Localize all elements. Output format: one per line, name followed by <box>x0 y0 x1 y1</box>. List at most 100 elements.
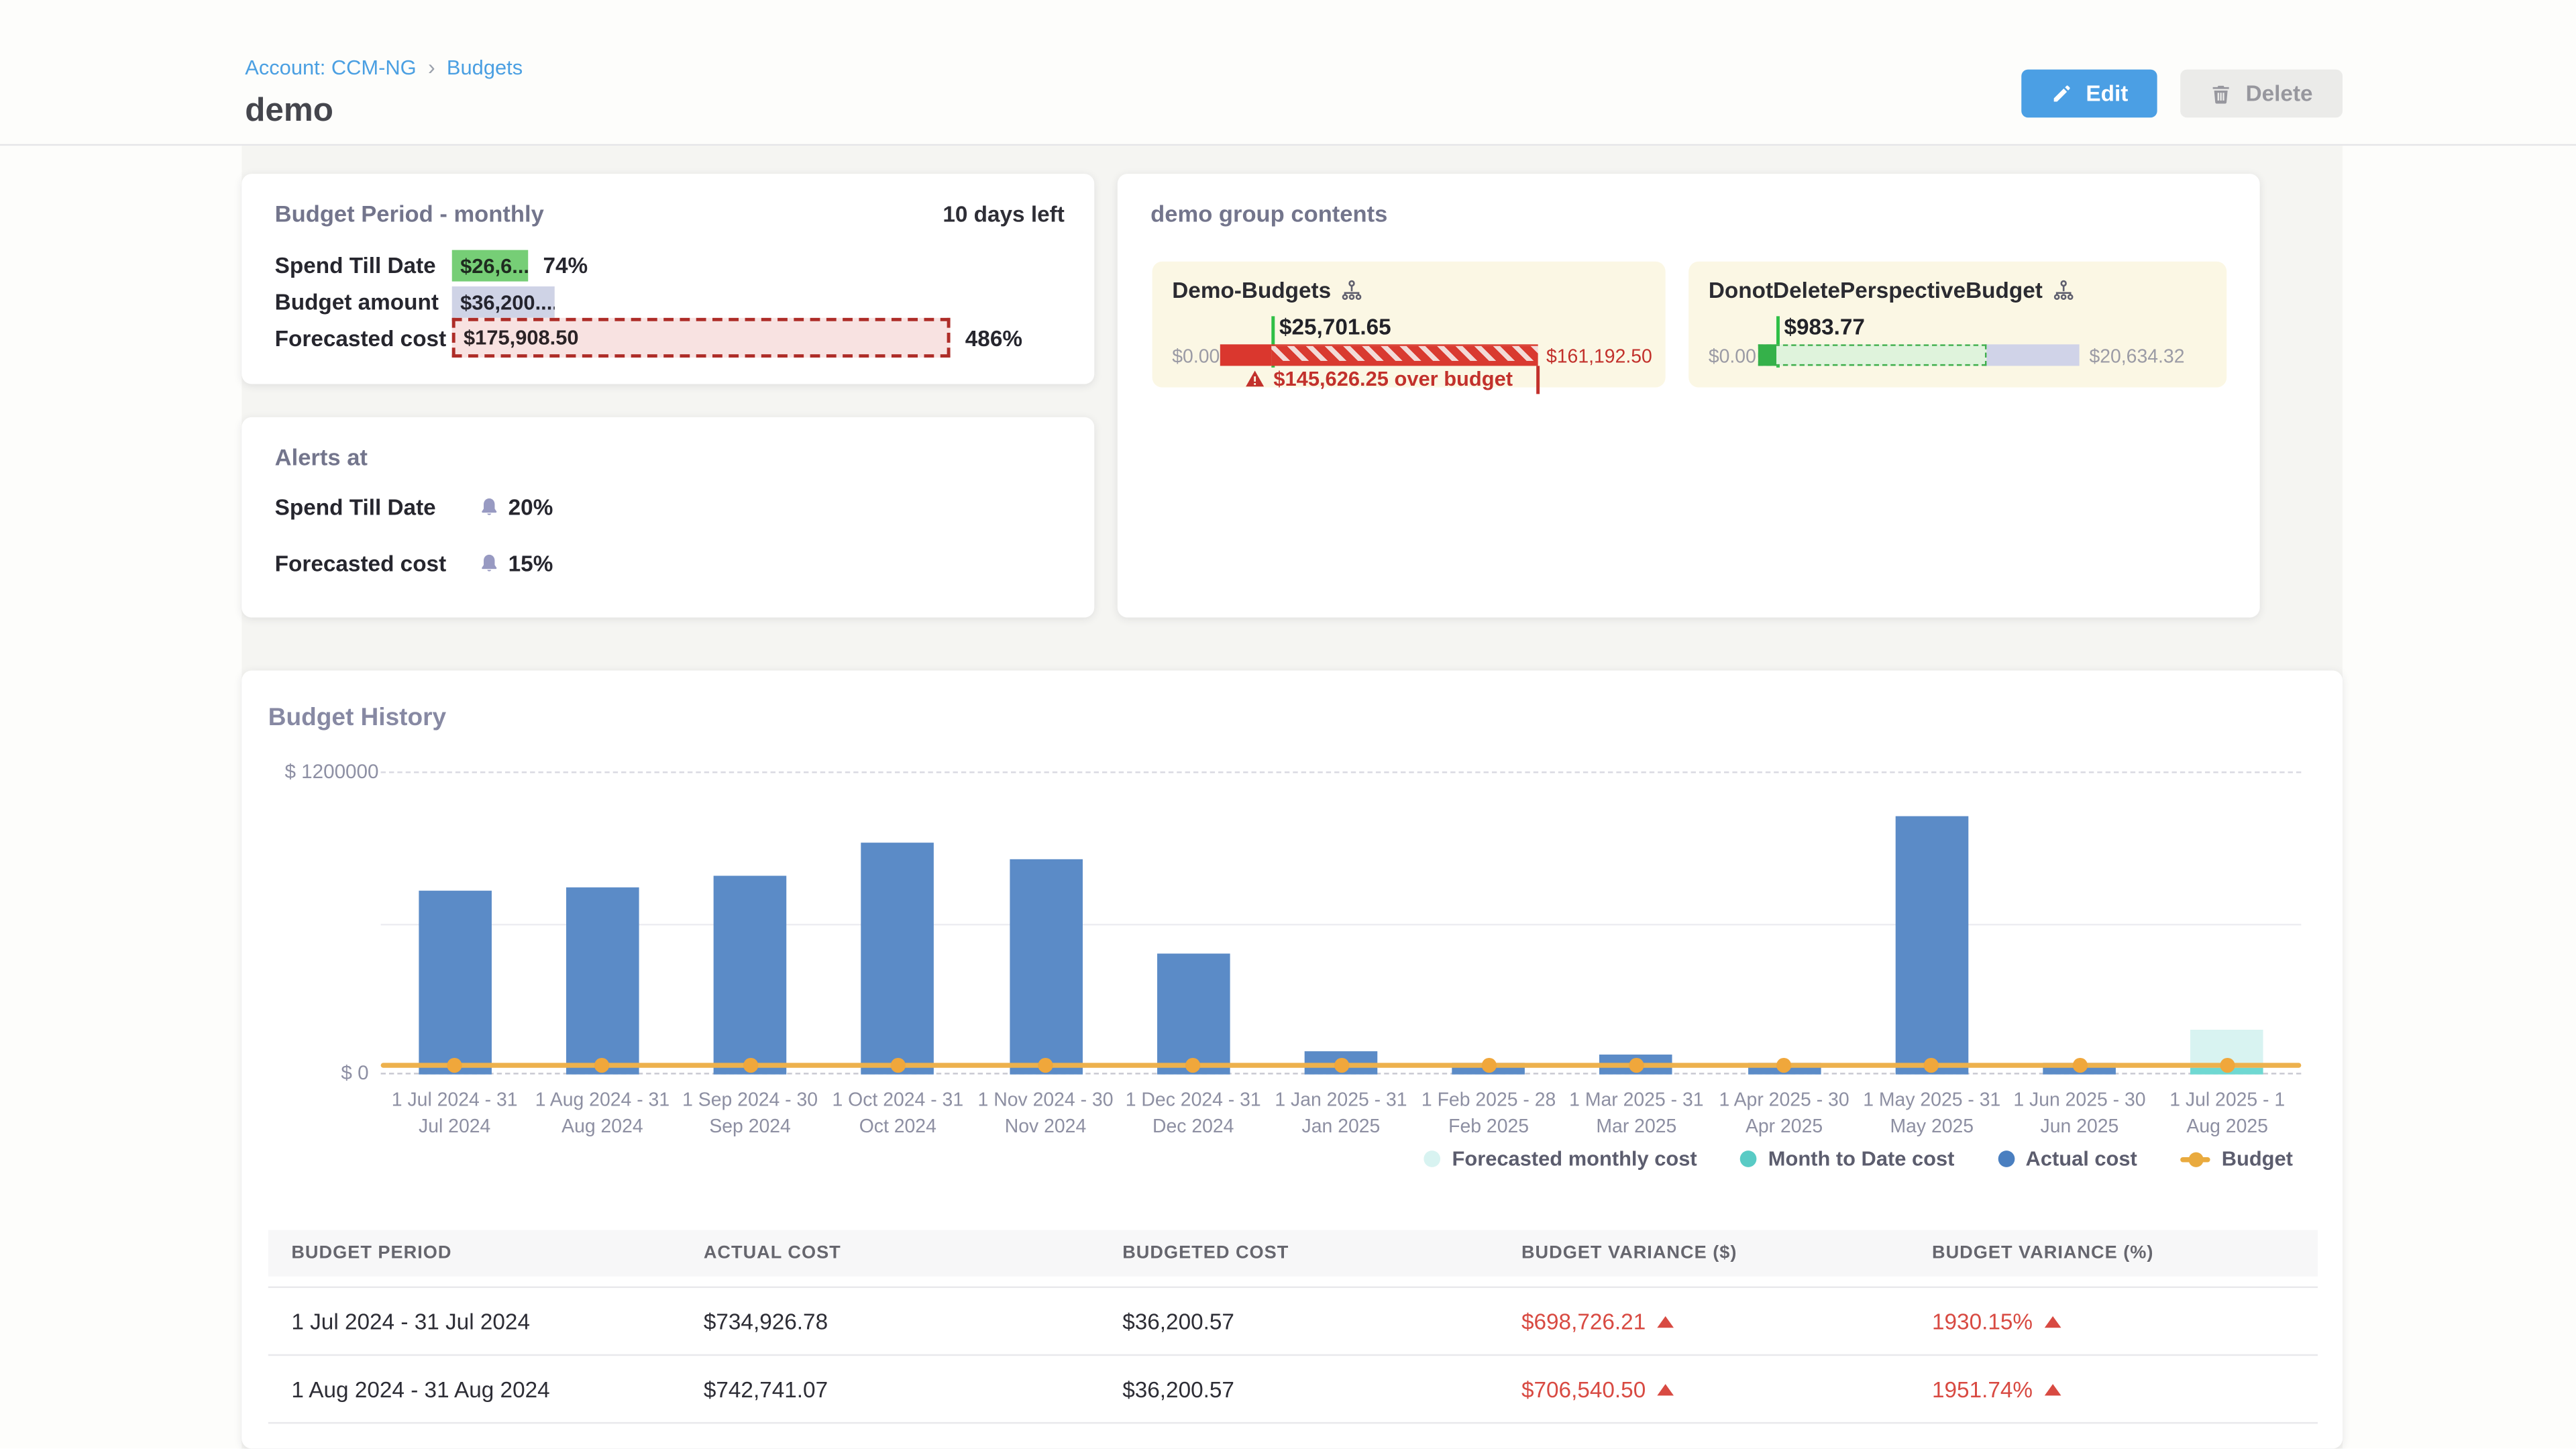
table-cell: $36,200.57 <box>1122 1377 1521 1401</box>
spend-amount-label: $983.77 <box>1784 315 1865 339</box>
edit-button[interactable]: Edit <box>2021 70 2158 118</box>
bell-icon <box>478 496 500 517</box>
breadcrumb-account-link[interactable]: Account: CCM-NG <box>245 56 416 79</box>
table-row: 1 Jul 2024 - 31 Jul 2024$734,926.78$36,2… <box>268 1287 2318 1356</box>
budget-marker-dot <box>1629 1058 1644 1073</box>
budget-marker-dot <box>1481 1058 1496 1073</box>
edit-button-label: Edit <box>2086 81 2128 106</box>
group-budget-name: DonotDeletePerspectiveBudget <box>1709 278 2074 303</box>
actual-cost-bar <box>1896 816 1969 1074</box>
chart-plot-area <box>381 771 2302 1075</box>
actual-cost-bar <box>861 843 934 1074</box>
alerts-title: Alerts at <box>275 443 368 470</box>
budget-period-row-label: Budget amount <box>275 290 452 315</box>
days-left-label: 10 days left <box>943 202 1065 227</box>
variance-up-arrow-icon <box>2044 1383 2061 1395</box>
table-header-cell: BUDGET VARIANCE (%) <box>1932 1243 2318 1263</box>
delete-button-label: Delete <box>2246 81 2313 106</box>
budget-marker-dot <box>890 1058 905 1073</box>
group-budget-name-text: Demo-Budgets <box>1172 278 1331 303</box>
actual-cost-bar <box>714 876 787 1075</box>
budget-period-title: Budget Period - monthly <box>275 201 544 227</box>
budgets-detail-page: Account: CCM-NG › Budgets demo Edit Dele… <box>0 0 2576 1449</box>
legend-swatch <box>1998 1150 2015 1167</box>
budget-history-table: BUDGET PERIODACTUAL COSTBUDGETED COSTBUD… <box>268 1230 2318 1424</box>
legend-item[interactable]: Forecasted monthly cost <box>1424 1147 1697 1171</box>
warning-icon <box>1245 369 1265 389</box>
trash-icon <box>2211 82 2233 105</box>
page-header: Account: CCM-NG › Budgets demo Edit Dele… <box>0 0 2576 146</box>
bar-min-label: $0.00 <box>1172 347 1220 368</box>
legend-item[interactable]: Actual cost <box>1998 1147 2137 1171</box>
spend-amount-label: $25,701.65 <box>1279 315 1391 339</box>
group-budget-name-text: DonotDeletePerspectiveBudget <box>1709 278 2043 303</box>
breadcrumb-separator: › <box>428 54 435 79</box>
x-axis-category-label: 1 Oct 2024 - 31Oct 2024 <box>825 1087 971 1140</box>
legend-item-label: Actual cost <box>2026 1147 2137 1171</box>
bar-min-label: $0.00 <box>1709 347 1756 368</box>
variance-cell: $706,540.50 <box>1521 1377 1932 1401</box>
budget-period-row-label: Forecasted cost <box>275 325 452 350</box>
budget-row-percent: 74% <box>543 254 588 278</box>
bar-overbudget-hatch-segment <box>1271 344 1538 366</box>
legend-swatch <box>1740 1150 1757 1167</box>
budget-period-row: Budget amount$36,200.... <box>275 286 1075 318</box>
content-area: Budget Period - monthly 10 days left Spe… <box>241 146 2343 1448</box>
budget-marker-dot <box>2072 1058 2087 1073</box>
page-title: demo <box>245 93 333 131</box>
table-header-cell: BUDGET VARIANCE ($) <box>1521 1243 1932 1263</box>
actual-cost-bar <box>566 888 639 1075</box>
budget-history-panel: Budget History $ 1200000 $ 0 1 Jul 2024 … <box>241 670 2343 1448</box>
table-cell: 1 Aug 2024 - 31 Aug 2024 <box>268 1377 704 1401</box>
legend-item[interactable]: Budget <box>2180 1147 2293 1171</box>
table-header-row: BUDGET PERIODACTUAL COSTBUDGETED COSTBUD… <box>268 1230 2318 1277</box>
alert-row-label: Forecasted cost <box>275 551 479 576</box>
group-budget-card: Demo-Budgets $25,701.65 $0.00 $161,192.50 $1… <box>1152 262 1666 388</box>
chart-legend: Forecasted monthly cost Month to Date cos… <box>1424 1147 2293 1171</box>
legend-item[interactable]: Month to Date cost <box>1740 1147 1955 1171</box>
alert-row-label: Spend Till Date <box>275 494 479 519</box>
bell-icon <box>478 552 500 574</box>
budget-marker-dot <box>743 1058 757 1073</box>
variance-cell: 1930.15% <box>1932 1309 2318 1334</box>
alert-threshold-value: 20% <box>508 494 553 519</box>
breadcrumb-budgets-link[interactable]: Budgets <box>447 56 523 79</box>
variance-cell: $698,726.21 <box>1521 1309 1932 1334</box>
budget-period-row: Spend Till Date$26,6...74% <box>275 250 1075 282</box>
legend-swatch <box>1424 1150 1441 1167</box>
bar-max-label: $161,192.50 <box>1546 347 1652 368</box>
x-axis-category-label: 1 Mar 2025 - 31Mar 2025 <box>1564 1087 1709 1140</box>
variance-value: $698,726.21 <box>1521 1309 1646 1334</box>
overbudget-alert-text: $145,626.25 over budget <box>1273 368 1513 391</box>
legend-item-label: Month to Date cost <box>1768 1147 1955 1171</box>
alert-threshold-value: 15% <box>508 551 553 576</box>
x-axis-category-label: 1 Nov 2024 - 30Nov 2024 <box>973 1087 1118 1140</box>
group-contents-title: demo group contents <box>1150 201 1387 227</box>
table-cell: 1 Jul 2024 - 31 Jul 2024 <box>268 1309 704 1334</box>
budget-period-row-label: Spend Till Date <box>275 254 452 278</box>
x-axis-category-label: 1 Jul 2024 - 31Jul 2024 <box>382 1087 527 1140</box>
pencil-icon <box>2051 83 2073 104</box>
table-row: 1 Aug 2024 - 31 Aug 2024$742,741.07$36,2… <box>268 1356 2318 1424</box>
alerts-card: Alerts at Spend Till Date 20% Forecasted c… <box>241 417 1094 618</box>
bar-forecast-zone-segment <box>1758 344 1986 366</box>
delete-button[interactable]: Delete <box>2181 70 2343 118</box>
gridline-mid <box>381 924 2302 925</box>
bar-remaining-segment <box>1986 344 2080 366</box>
budget-marker-dot <box>2220 1058 2235 1073</box>
x-axis-category-label: 1 Apr 2025 - 30Apr 2025 <box>1711 1087 1857 1140</box>
budget-budget-chip: $36,200.... <box>452 286 555 318</box>
alert-row: Spend Till Date 20% <box>275 490 553 523</box>
budget-period-row: Forecasted cost$175,908.50486% <box>275 318 1075 358</box>
variance-value: 1951.74% <box>1932 1377 2033 1401</box>
alert-row: Forecasted cost 15% <box>275 546 553 579</box>
x-axis-category-label: 1 Feb 2025 - 28Feb 2025 <box>1416 1087 1562 1140</box>
bar-spend-segment <box>1220 344 1271 366</box>
budget-marker-dot <box>1038 1058 1053 1073</box>
budget-usage-bar <box>1758 344 2080 366</box>
y-axis-zero-label: $ 0 <box>341 1061 368 1085</box>
variance-cell: 1951.74% <box>1932 1377 2318 1401</box>
y-axis-top-label: $ 1200000 <box>284 760 378 784</box>
x-axis-category-label: 1 Aug 2024 - 31Aug 2024 <box>529 1087 675 1140</box>
legend-item-label: Forecasted monthly cost <box>1452 1147 1697 1171</box>
